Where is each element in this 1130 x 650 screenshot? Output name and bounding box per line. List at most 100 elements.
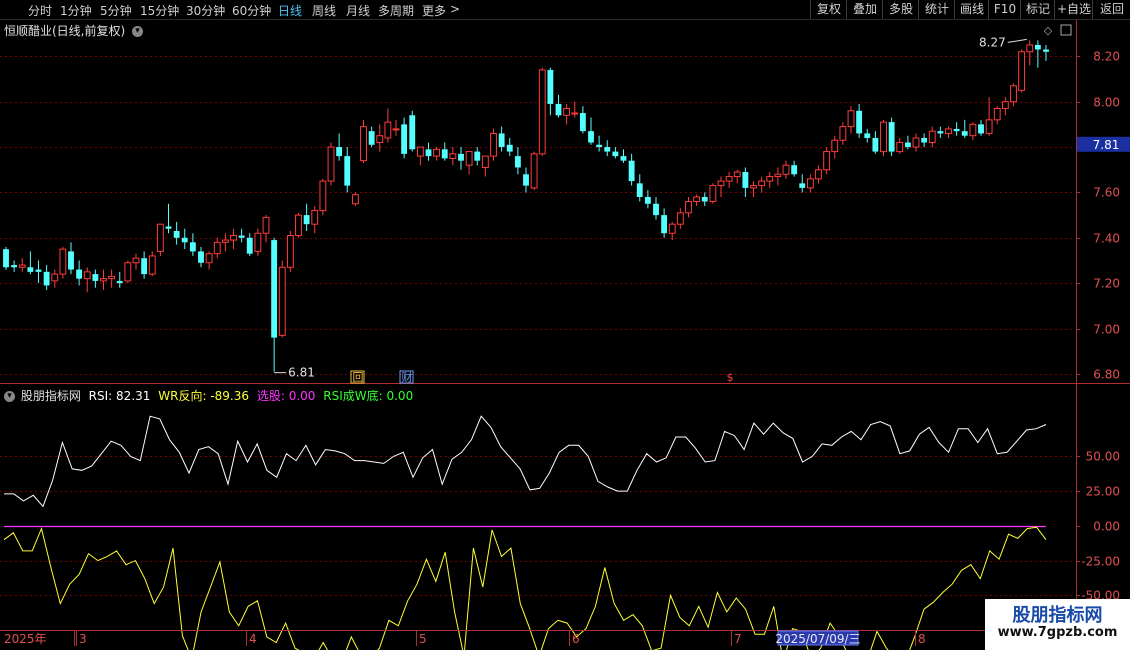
price-tick-label: 6.80: [1093, 368, 1120, 382]
candle-body: [993, 107, 1001, 121]
candle-body: [1034, 44, 1041, 50]
candle-body: [774, 173, 782, 178]
rsiw-value: 0.00: [386, 389, 414, 403]
candle-body: [368, 131, 375, 145]
candle-body: [254, 232, 262, 252]
candle-body: [733, 171, 741, 178]
candle-body: [148, 255, 156, 275]
candle-body: [961, 131, 968, 136]
chart-area[interactable]: 8.208.007.807.607.407.207.006.808.276.81…: [0, 0, 1130, 650]
diamond-icon: ◇: [1044, 24, 1053, 37]
timeline-month-label: 7: [734, 632, 742, 646]
indicator-line-RSI: [4, 415, 1047, 508]
candle-body: [336, 147, 343, 157]
candle-body: [668, 223, 676, 234]
candle-body: [165, 226, 172, 229]
candle-body: [173, 230, 180, 238]
candle-body: [18, 264, 26, 268]
candle-body: [262, 216, 270, 234]
timeline-month-label: 3: [79, 632, 87, 646]
chevron-down-circle-icon[interactable]: ▾: [4, 391, 15, 402]
candle-body: [409, 115, 416, 150]
high-marker-arrow: [1007, 38, 1027, 43]
indicator-tick-label: 25.00: [1086, 485, 1120, 499]
candle-body: [51, 273, 59, 282]
candle-body: [604, 147, 611, 152]
timeline-year: 2025年: [4, 632, 47, 646]
candle-body: [458, 153, 464, 161]
candle-body: [921, 137, 928, 143]
candle-body: [750, 185, 757, 189]
candle-body: [11, 265, 18, 268]
price-tick-label: 8.00: [1093, 96, 1120, 110]
candle-body: [693, 196, 701, 202]
candle-body: [327, 146, 335, 182]
candle-body: [319, 180, 327, 212]
candle-body: [286, 235, 294, 268]
candle-body: [661, 215, 668, 234]
indicator-line-WR反向: [3, 526, 1047, 650]
candle-body: [725, 176, 733, 182]
candle-body: [376, 135, 384, 144]
candle-body: [68, 251, 74, 270]
candle-body: [3, 249, 9, 268]
candle-body: [872, 137, 879, 152]
candle-body: [782, 164, 790, 175]
candle-body: [620, 156, 627, 161]
watermark: 股朋指标网 www.7gpzb.com: [985, 599, 1130, 650]
candle-body: [59, 248, 67, 275]
watermark-url: www.7gpzb.com: [997, 625, 1118, 640]
candle-body: [83, 271, 91, 280]
candle-body: [831, 139, 839, 153]
indicator-panel-title: ▾ 股朋指标网 RSI: 82.31 WR反向: -89.36 选股: 0.00…: [4, 387, 413, 404]
candle-body: [498, 133, 505, 148]
candle-body: [912, 137, 920, 148]
timeline-month-label: 6: [572, 632, 580, 646]
candle-body: [230, 235, 237, 241]
candle-body: [35, 269, 42, 272]
candle-body: [945, 128, 952, 134]
candle-body: [896, 142, 904, 153]
candle-body: [717, 180, 725, 187]
candle-body: [221, 239, 229, 243]
candle-body: [742, 172, 749, 188]
candle-body: [465, 151, 473, 166]
watermark-title: 股朋指标网: [1012, 605, 1103, 626]
candle-body: [213, 241, 221, 255]
candle-body: [490, 132, 497, 157]
candle-body: [43, 271, 50, 286]
candle-body: [384, 121, 392, 139]
candle-body: [864, 133, 871, 138]
candle-body: [880, 121, 887, 153]
low-marker-label: 6.81: [288, 366, 315, 380]
candle-body: [579, 113, 586, 132]
candle-body: [701, 196, 708, 202]
candle-body: [360, 126, 367, 162]
candle-body: [271, 240, 278, 338]
candle-body: [351, 194, 359, 205]
candle-body: [506, 144, 513, 152]
price-tick-label: 7.20: [1093, 277, 1120, 291]
candle-body: [1026, 44, 1034, 53]
candle-body: [636, 183, 643, 197]
candle-body: [425, 149, 432, 157]
xuangu-label: 选股:: [256, 389, 285, 403]
candle-body: [791, 165, 798, 175]
candle-body: [1043, 49, 1049, 52]
candle-body: [847, 110, 855, 128]
candle-body: [953, 128, 960, 132]
price-tick-label: 7.60: [1093, 186, 1120, 200]
indicator-tick-label: -25.00: [1081, 555, 1120, 569]
candle-body: [799, 183, 806, 188]
candle-body: [76, 269, 83, 279]
candle-body: [474, 151, 481, 161]
candle-body: [156, 223, 164, 252]
indicator-name: 股朋指标网: [20, 389, 81, 403]
chevron-down-circle-icon[interactable]: ▾: [132, 26, 144, 37]
wr-value: -89.36: [210, 389, 249, 403]
candle-body: [612, 151, 619, 157]
candle-body: [92, 274, 99, 281]
event-marker-2: $: [727, 371, 734, 384]
candle-body: [969, 123, 977, 137]
candle-body: [449, 153, 457, 159]
